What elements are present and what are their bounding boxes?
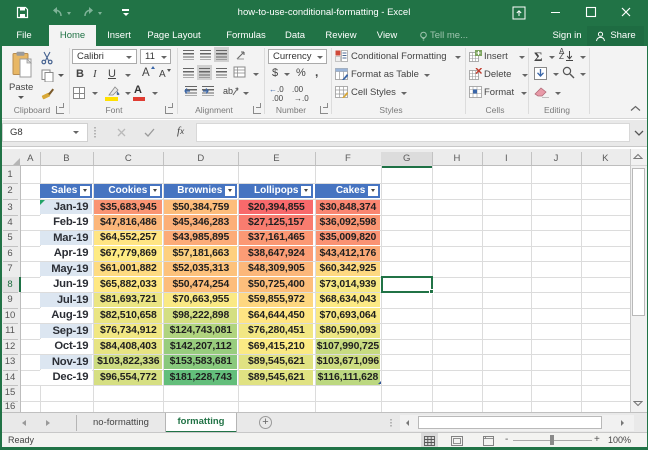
svg-text:ab: ab [223, 86, 233, 96]
